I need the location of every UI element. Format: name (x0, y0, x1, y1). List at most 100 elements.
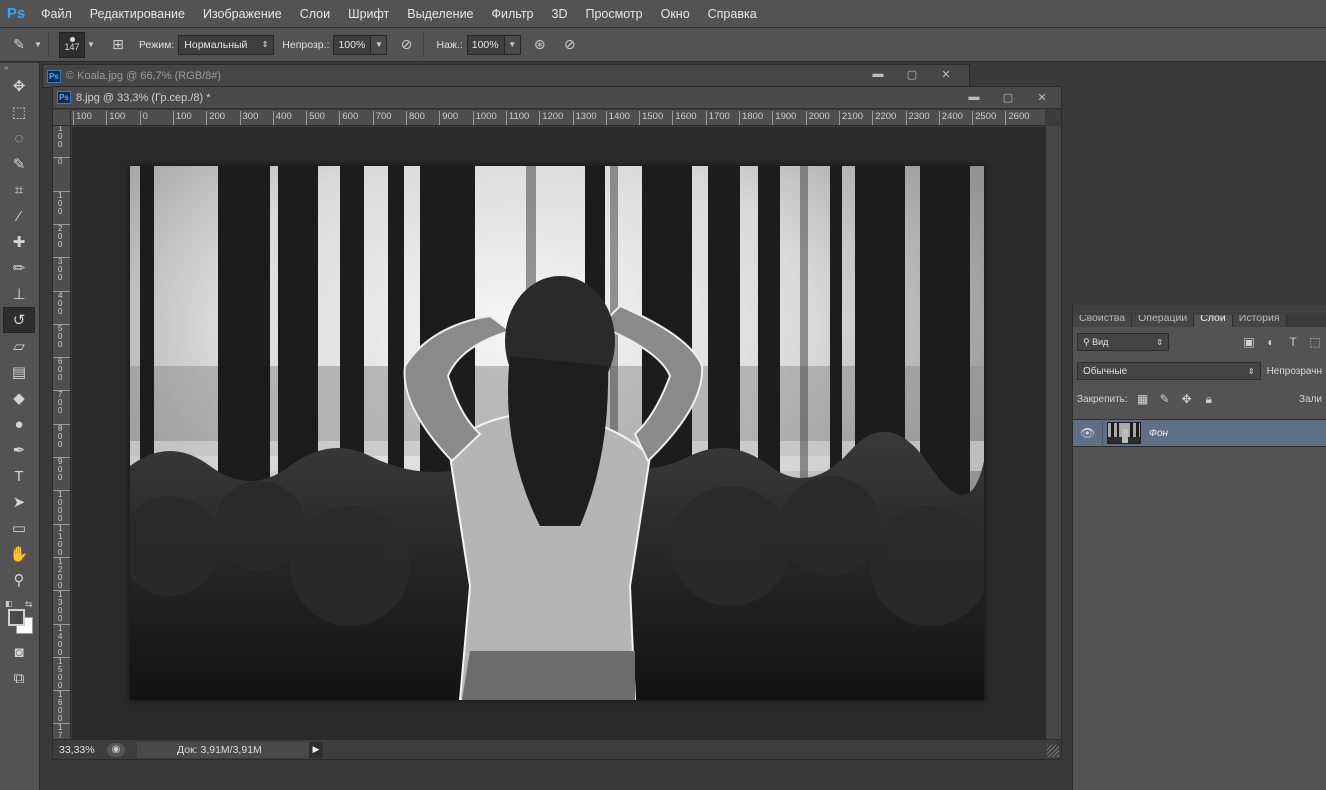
ruler-tick-label: 1900 (772, 111, 796, 125)
brush-panel-toggle-icon[interactable]: ⊞ (105, 33, 131, 57)
opacity-dropdown-icon[interactable]: ▼ (371, 34, 388, 55)
blur-tool-icon[interactable]: ◆ (3, 385, 35, 411)
mode-select[interactable]: Нормальный ⇕ (178, 34, 275, 55)
menu-item[interactable]: 3D (543, 0, 577, 28)
filter-adjustment-layers-icon[interactable]: ◐ (1260, 333, 1282, 351)
maximize-icon[interactable]: ▢ (991, 88, 1025, 106)
flow-input[interactable]: 100% (466, 34, 505, 55)
layer-filter-select[interactable]: ⚲ Вид ⇕ (1077, 333, 1169, 351)
menu-item[interactable]: Файл (32, 0, 81, 28)
menu-item[interactable]: Редактирование (81, 0, 194, 28)
menu-bar: Ps Файл Редактирование Изображение Слои Шриф… (0, 0, 1326, 28)
marquee-tool-icon[interactable]: ⬚ (3, 99, 35, 125)
ruler-tick-label: 1700 (53, 723, 70, 740)
hand-tool-icon[interactable]: ✋ (3, 541, 35, 567)
minimize-icon[interactable]: ▬ (861, 65, 895, 83)
menu-item[interactable]: Просмотр (577, 0, 652, 28)
type-tool-icon[interactable]: T (3, 463, 35, 489)
brush-size-preview[interactable]: 147 (59, 31, 85, 58)
tablet-opacity-pressure-icon[interactable]: ⊘ (393, 33, 419, 57)
eyedropper-tool-icon[interactable]: ⁄ (3, 203, 35, 229)
ruler-origin[interactable] (53, 110, 71, 126)
blend-mode-row: Обычные ⇕ Непрозрачн (1073, 357, 1326, 385)
ruler-tick-label: 2100 (838, 111, 863, 125)
vertical-scrollbar[interactable] (1045, 126, 1061, 740)
ruler-tick-label: 500 (306, 111, 325, 125)
flow-dropdown-icon[interactable]: ▼ (504, 34, 521, 55)
resize-grip-icon[interactable] (1047, 745, 1059, 757)
tablet-size-pressure-icon[interactable]: ⊘ (557, 33, 583, 57)
minimize-icon[interactable]: ▬ (957, 88, 991, 106)
lock-all-icon[interactable]: 🔒︎ (1198, 390, 1220, 408)
healing-brush-tool-icon[interactable]: ✚ (3, 229, 35, 255)
document-titlebar[interactable]: Ps 8.jpg @ 33,3% (Гр.сер./8) * (53, 87, 1061, 109)
tool-preset-picker-icon[interactable]: ✎ (6, 33, 32, 57)
zoom-tool-icon[interactable]: ⚲ (3, 567, 35, 593)
dodge-tool-icon[interactable]: ● (3, 411, 35, 437)
document-title-koala: © Koala.jpg @ 66,7% (RGB/8#) (66, 70, 222, 82)
lock-position-icon[interactable]: ✥ (1176, 390, 1198, 408)
eraser-tool-icon[interactable]: ▱ (3, 333, 35, 359)
document-image[interactable] (130, 166, 984, 700)
layer-name[interactable]: Фон (1149, 428, 1168, 439)
canvas-area[interactable] (72, 127, 1046, 740)
opacity-input[interactable]: 100% (333, 34, 372, 55)
shape-tool-icon[interactable]: ▭ (3, 515, 35, 541)
close-icon[interactable]: ✕ (929, 65, 963, 83)
document-window-koala[interactable]: Ps © Koala.jpg @ 66,7% (RGB/8#) ▬ ▢ ✕ (42, 64, 970, 88)
clone-stamp-tool-icon[interactable]: ⊥ (3, 281, 35, 307)
share-icon[interactable]: ◉ (107, 742, 125, 757)
tool-preset-dropdown-icon[interactable]: ▼ (32, 35, 44, 55)
filter-type-layers-icon[interactable]: T (1282, 333, 1304, 351)
menu-item[interactable]: Фильтр (483, 0, 543, 28)
separator (48, 32, 49, 57)
ruler-tick-label: 1300 (572, 111, 597, 125)
brush-picker-dropdown-icon[interactable]: ▼ (85, 35, 97, 55)
gradient-tool-icon[interactable]: ▤ (3, 359, 35, 385)
lasso-tool-icon[interactable]: ◌ (3, 125, 35, 151)
swap-colors-icon[interactable]: ⇆ (25, 599, 33, 610)
visibility-eye-icon[interactable]: 👁︎ (1073, 419, 1103, 447)
ruler-tick-label: 2500 (972, 111, 996, 125)
toolbox-grip-icon[interactable]: » (0, 63, 39, 73)
menu-item[interactable]: Окно (652, 0, 699, 28)
menu-item[interactable]: Шрифт (339, 0, 398, 28)
color-swatches: ◧ ⇆ (3, 599, 37, 639)
ruler-tick-label: 1600 (672, 111, 697, 125)
history-brush-tool-icon[interactable]: ↺ (3, 307, 35, 333)
ruler-horizontal[interactable]: 100 100 0 100 200 300 400 500 600 700 800 900 1000 11… (71, 110, 1045, 126)
pen-tool-icon[interactable]: ✒ (3, 437, 35, 463)
quick-selection-tool-icon[interactable]: ✎ (3, 151, 35, 177)
menu-item[interactable]: Слои (291, 0, 339, 28)
maximize-icon[interactable]: ▢ (895, 65, 929, 83)
panel-grip[interactable] (1073, 305, 1326, 315)
path-selection-tool-icon[interactable]: ➤ (3, 489, 35, 515)
ruler-tick-label: 700 (53, 390, 70, 415)
brush-tool-icon[interactable]: ✏ (3, 255, 35, 281)
lock-transparent-pixels-icon[interactable]: ▦ (1132, 390, 1154, 408)
opacity-label: Непрозрачн (1266, 365, 1322, 377)
close-icon[interactable]: ✕ (1025, 88, 1059, 106)
lock-image-pixels-icon[interactable]: ✎ (1154, 390, 1176, 408)
screen-mode-icon[interactable]: ⧉ (3, 665, 35, 691)
menu-item[interactable]: Выделение (398, 0, 482, 28)
menu-item[interactable]: Изображение (194, 0, 291, 28)
quick-mask-icon[interactable]: ◙ (3, 639, 35, 665)
document-titlebar[interactable]: Ps © Koala.jpg @ 66,7% (RGB/8#) (43, 65, 969, 87)
filter-shape-layers-icon[interactable]: ⬚ (1304, 333, 1326, 351)
crop-tool-icon[interactable]: ⌗ (3, 177, 35, 203)
mode-label: Режим: (139, 38, 175, 51)
foreground-color-swatch[interactable] (8, 609, 25, 626)
blend-mode-select[interactable]: Обычные ⇕ (1077, 362, 1261, 380)
updown-arrows-icon: ⇕ (1156, 337, 1163, 347)
ruler-vertical[interactable]: 1000100200300400500600700800900100011001… (53, 126, 71, 740)
layer-row[interactable]: 👁︎ Фон (1073, 419, 1326, 447)
zoom-level-input[interactable]: 33,33% (53, 742, 103, 758)
default-colors-icon[interactable]: ◧ (5, 599, 13, 608)
status-menu-arrow-icon[interactable]: ▶ (309, 741, 323, 758)
move-tool-icon[interactable]: ✥ (3, 73, 35, 99)
airbrush-icon[interactable]: ⊛ (527, 33, 553, 57)
ruler-tick-label: 1000 (472, 111, 497, 125)
filter-pixel-layers-icon[interactable]: ▣ (1238, 333, 1260, 351)
menu-item[interactable]: Справка (699, 0, 766, 28)
